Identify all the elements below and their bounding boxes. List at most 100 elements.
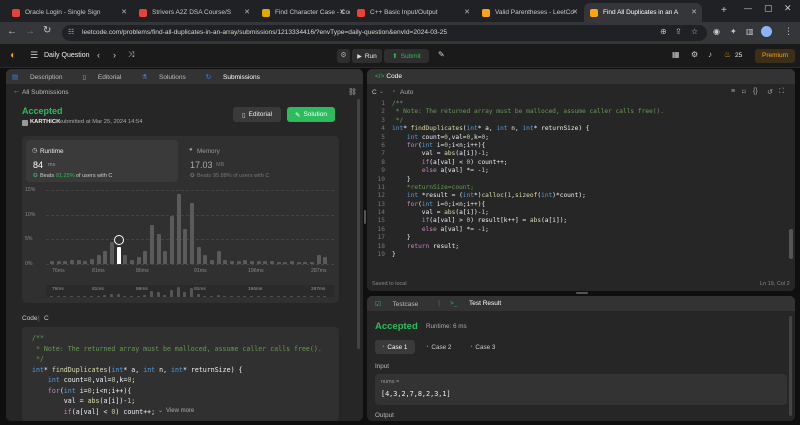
tab-submissions[interactable]: ↻ Submissions [206,73,270,81]
leetcode-logo[interactable]: ◖ [9,50,15,61]
distribution-bar[interactable] [90,258,94,264]
distribution-bar[interactable] [316,255,321,264]
chart-range-minimap[interactable] [46,285,334,297]
problem-list-icon[interactable]: ☰ [30,50,38,61]
distribution-bar[interactable] [210,259,214,264]
distribution-bar[interactable] [310,261,314,264]
notification-icon[interactable]: ♪ [708,50,712,59]
reset-code-icon[interactable]: ↺ [767,88,773,96]
runtime-card[interactable]: ◷ Runtime 84 ms ✪ Beats 81.25% of users … [26,140,178,182]
share-link-icon[interactable]: ⛓ [348,88,357,96]
left-scrollbar[interactable] [357,99,360,349]
tab-description[interactable]: ▤ Description [12,73,72,81]
distribution-bar[interactable] [103,250,108,264]
distribution-bar[interactable] [163,250,168,264]
tab-solutions[interactable]: ⚗ Solutions [141,73,195,81]
back-arrow-icon[interactable]: ← [13,88,20,95]
distribution-bar[interactable] [96,255,101,264]
distribution-bar[interactable] [236,260,241,264]
bookmark-star-icon[interactable]: ☆ [691,27,698,36]
close-tab-icon[interactable]: ✕ [339,8,345,16]
all-submissions-link[interactable]: All Submissions [22,89,69,96]
browser-tab-4[interactable]: C++ Basic Input/Output ✕ [351,3,475,22]
distribution-bar[interactable] [303,261,308,264]
shuffle-icon[interactable]: ⤨ [128,50,134,60]
close-tab-icon[interactable]: ✕ [121,8,127,16]
site-info-icon[interactable]: ☷ [68,28,74,36]
code-editor-text[interactable]: /** * Note: The returned array must be m… [392,100,787,259]
new-tab-icon[interactable]: + [721,5,727,16]
distribution-bar[interactable] [130,259,134,264]
browser-tab-6[interactable]: Find All Duplicates in an A ✕ [584,3,702,22]
streak-fire-icon[interactable]: ♨ [724,50,731,59]
distribution-bar[interactable] [230,260,234,264]
camera-extension-icon[interactable]: ◉ [713,27,720,36]
distribution-bar[interactable] [156,233,161,264]
distribution-bar[interactable] [203,255,208,264]
view-more-button[interactable]: ⌄ View more [158,407,194,415]
distribution-bar[interactable] [243,259,248,264]
editor-scrollbar[interactable] [789,229,793,259]
distribution-bar[interactable] [150,224,154,264]
solution-button[interactable]: ✎ Solution [287,107,335,122]
close-tab-icon[interactable]: ✕ [572,8,578,16]
distribution-bar[interactable] [296,261,301,264]
distribution-bar[interactable] [250,260,254,264]
zoom-icon[interactable]: ⊕ [660,27,667,36]
tab-editorial[interactable]: ▯ Editorial [82,73,131,81]
case-1-tab[interactable]: • Case 1 [375,340,415,354]
distribution-bar[interactable] [123,255,128,264]
distribution-bar[interactable] [270,260,274,264]
case-3-tab[interactable]: • Case 3 [463,340,503,354]
distribution-bar[interactable] [276,261,281,264]
distribution-bar[interactable] [70,259,74,264]
distribution-bar[interactable] [50,260,54,264]
auto-mode-label[interactable]: Auto [400,89,413,96]
close-tab-icon[interactable]: ✕ [244,8,250,16]
url-input[interactable]: ☷ leetcode.com/problems/find-all-duplica… [62,25,707,41]
close-tab-icon[interactable]: ✕ [691,8,697,16]
prev-problem-icon[interactable]: ‹ [97,50,100,60]
horizontal-resize-handle[interactable] [576,292,588,294]
browser-tab-2[interactable]: Strivers A2Z DSA Course/S ✕ [133,3,255,22]
distribution-bar[interactable] [136,257,141,264]
tab-test-result[interactable]: >_ Test Result [450,300,511,307]
close-tab-icon[interactable]: ✕ [464,8,470,16]
debug-button[interactable]: ⚙ [337,49,350,63]
distribution-bar[interactable] [256,260,261,264]
distribution-bar[interactable] [170,216,174,264]
profile-avatar[interactable] [761,26,772,37]
fullscreen-icon[interactable]: ⛶ [779,88,784,96]
distribution-bar[interactable] [110,242,114,264]
distribution-bar[interactable] [223,259,228,264]
distribution-bar[interactable] [76,259,81,264]
distribution-bar[interactable] [190,203,194,264]
distribution-bar[interactable] [176,194,181,264]
tab-testcase[interactable]: ☑ Testcase [375,300,428,308]
premium-button[interactable]: Premium [755,49,795,63]
distribution-bar[interactable] [216,250,221,264]
distribution-bar[interactable] [263,260,268,264]
layout-icon[interactable]: ▦ [672,50,680,59]
distribution-bar[interactable] [183,229,188,264]
browser-tab-1[interactable]: Oracle Login - Single Sign ✕ [6,3,132,22]
username[interactable]: KARTHICK [30,119,60,125]
distribution-bar[interactable] [323,257,328,264]
run-button[interactable]: ▶ Run [352,49,382,63]
editorial-button[interactable]: ▯ Editorial [233,107,281,122]
distribution-bar[interactable] [63,260,68,264]
browser-tab-5[interactable]: Valid Parentheses - LeetCo ✕ [476,3,583,22]
settings-gear-icon[interactable]: ⚙ [691,50,698,59]
distribution-bar[interactable] [83,260,88,264]
next-problem-icon[interactable]: › [113,50,116,60]
submit-button[interactable]: ⬆ Submit [384,49,429,63]
forward-icon[interactable]: → [25,26,35,37]
daily-question-link[interactable]: Daily Question [44,52,90,59]
panel-resize-handle[interactable] [364,210,366,224]
distribution-bar[interactable] [116,246,121,264]
language-select[interactable]: C [372,89,377,96]
extensions-icon[interactable]: ✦ [730,27,737,36]
reload-icon[interactable]: ↻ [43,25,51,36]
braces-icon[interactable]: {} [753,88,758,95]
distribution-bar[interactable] [143,250,148,264]
